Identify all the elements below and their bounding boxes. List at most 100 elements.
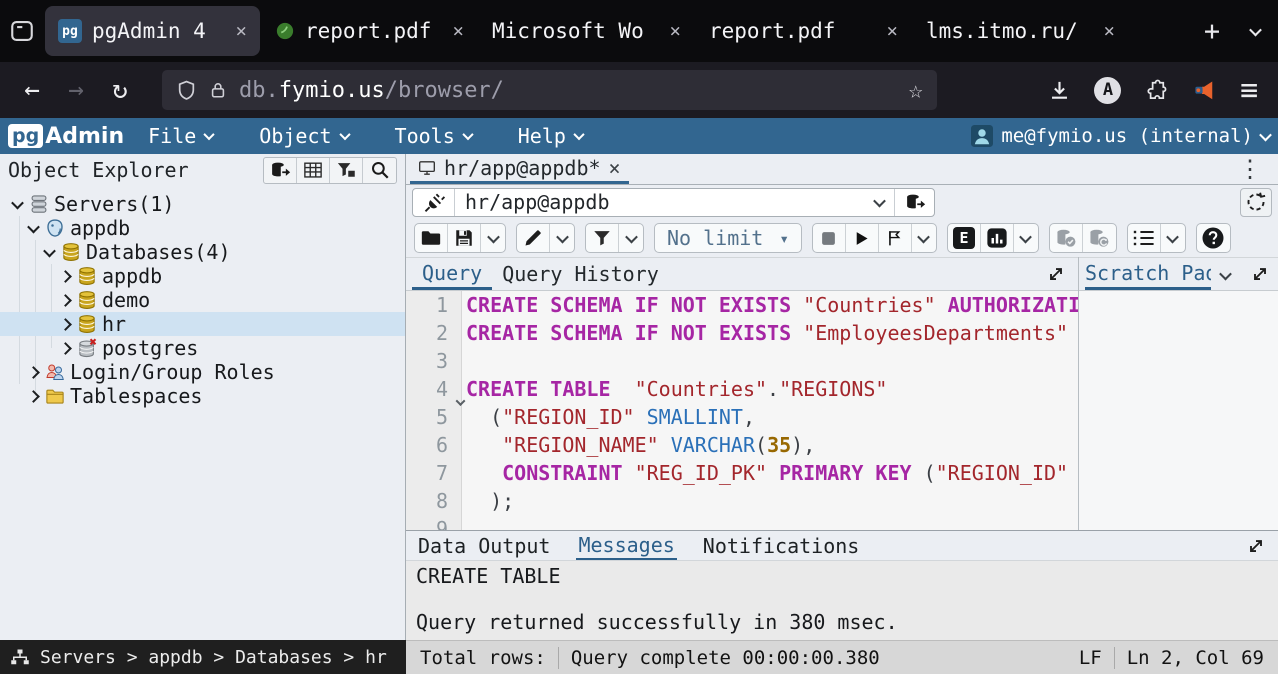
chevron-right-icon[interactable] xyxy=(26,392,40,401)
tree-item-postgres[interactable]: postgres xyxy=(0,336,405,360)
list-all-tabs-button[interactable] xyxy=(1232,27,1278,36)
menu-help[interactable]: Help xyxy=(518,124,583,148)
menu-tools[interactable]: Tools xyxy=(395,124,472,148)
firefox-view-icon[interactable] xyxy=(0,6,44,56)
monitor-icon xyxy=(418,160,436,176)
kebab-menu-icon[interactable]: ⋮ xyxy=(1222,154,1278,184)
commit-button[interactable] xyxy=(1050,224,1083,252)
code-text: ); xyxy=(452,487,1078,515)
chevron-right-icon[interactable] xyxy=(26,368,40,377)
chevron-right-icon[interactable] xyxy=(58,344,72,353)
new-tab-button[interactable]: + xyxy=(1192,16,1232,47)
menu-file[interactable]: File xyxy=(148,124,213,148)
execute-button[interactable] xyxy=(846,224,879,252)
chevron-right-icon[interactable] xyxy=(58,320,72,329)
tree-item-label: Login/Group Roles xyxy=(70,360,275,384)
save-options-button[interactable] xyxy=(481,224,505,252)
scratch-pad-tab[interactable]: Scratch Pad xyxy=(1085,258,1211,290)
tree-item-tablespaces[interactable]: Tablespaces xyxy=(0,384,405,408)
execute-to-cursor-button[interactable] xyxy=(879,224,912,252)
filter-options-button[interactable] xyxy=(619,224,643,252)
close-icon[interactable]: × xyxy=(236,20,247,42)
edit-options-button[interactable] xyxy=(550,224,574,252)
code-line: 4CREATE TABLE "Countries"."REGIONS" xyxy=(406,375,1078,403)
tree-item-hr[interactable]: hr xyxy=(0,312,405,336)
open-file-button[interactable] xyxy=(415,224,448,252)
query-complete-status: Query complete 00:00:00.380 xyxy=(571,647,880,669)
menu-object[interactable]: Object xyxy=(259,124,348,148)
sql-editor[interactable]: 1CREATE SCHEMA IF NOT EXISTS "Countries"… xyxy=(406,291,1078,530)
browser-tab-microsoft-wo[interactable]: Microsoft Wo× xyxy=(479,6,694,56)
menu-hamburger-icon[interactable]: ≡ xyxy=(1232,73,1266,108)
save-icon xyxy=(454,228,474,248)
back-button[interactable]: ← xyxy=(12,70,52,110)
explain-options-button[interactable] xyxy=(1014,224,1038,252)
browser-tab-pgadmin-4[interactable]: pgpgAdmin 4× xyxy=(45,6,260,56)
tree-item-servers-1[interactable]: Servers(1) xyxy=(0,192,405,216)
expand-icon[interactable] xyxy=(1250,264,1270,284)
tree-item-databases-4[interactable]: Databases(4) xyxy=(0,240,405,264)
shield-icon[interactable] xyxy=(176,80,197,101)
explain-analyze-button[interactable] xyxy=(981,224,1014,252)
chevron-down-icon[interactable] xyxy=(26,224,40,233)
editor-tab-query-history[interactable]: Query History xyxy=(492,258,669,290)
macros-button[interactable] xyxy=(1128,224,1161,252)
chevron-down-icon[interactable] xyxy=(42,248,56,257)
filtered-rows-button[interactable] xyxy=(330,158,363,183)
expand-icon[interactable] xyxy=(1046,258,1078,290)
chevron-down-icon[interactable] xyxy=(1221,265,1230,284)
url-bar[interactable]: db.fymio.us/browser/ ☆ xyxy=(162,70,937,110)
tree-item-appdb[interactable]: appdb xyxy=(0,264,405,288)
output-tab-messages[interactable]: Messages xyxy=(576,531,676,560)
user-menu[interactable]: me@fymio.us (internal) xyxy=(971,125,1270,147)
scratch-pad-body[interactable] xyxy=(1079,291,1278,530)
query-tool-tab[interactable]: hr/app@appdb* × xyxy=(410,154,629,184)
rollback-button[interactable] xyxy=(1083,224,1116,252)
adblock-extension-icon[interactable] xyxy=(1184,70,1224,110)
chevron-right-icon[interactable] xyxy=(58,272,72,281)
downloads-icon[interactable] xyxy=(1040,70,1080,110)
bookmark-star-icon[interactable]: ☆ xyxy=(909,76,923,104)
expand-icon[interactable] xyxy=(1246,531,1278,560)
execute-options-button[interactable] xyxy=(912,224,936,252)
browser-tab-report-pdf[interactable]: report.pdf× xyxy=(262,6,477,56)
new-connection-button[interactable] xyxy=(894,189,934,216)
view-data-grid-button[interactable] xyxy=(297,158,330,183)
cancel-query-button[interactable] xyxy=(813,224,846,252)
output-tab-notifications[interactable]: Notifications xyxy=(701,531,862,560)
connection-select[interactable]: hr/app@appdb xyxy=(412,188,935,217)
connect-database-button[interactable] xyxy=(264,158,297,183)
chevron-right-icon[interactable] xyxy=(58,296,72,305)
close-icon[interactable]: × xyxy=(1104,20,1115,42)
macros-options-button[interactable] xyxy=(1161,224,1185,252)
tree-item-login-group-roles[interactable]: Login/Group Roles xyxy=(0,360,405,384)
close-icon[interactable]: × xyxy=(670,20,681,42)
search-icon[interactable] xyxy=(363,158,396,183)
editor-tab-query[interactable]: Query xyxy=(412,258,492,290)
close-icon[interactable]: × xyxy=(887,20,898,42)
tree-item-demo[interactable]: demo xyxy=(0,288,405,312)
close-icon[interactable]: × xyxy=(609,156,621,180)
save-button[interactable] xyxy=(448,224,481,252)
macro-refresh-button[interactable] xyxy=(1240,188,1272,217)
row-limit-select[interactable]: No limit▾ xyxy=(655,224,801,252)
dark-reader-extension-icon[interactable]: A xyxy=(1088,70,1128,110)
tree-item-label: Tablespaces xyxy=(70,384,202,408)
help-button[interactable] xyxy=(1197,224,1230,252)
reload-button[interactable]: ↻ xyxy=(100,70,140,110)
chevron-down-icon[interactable] xyxy=(864,189,894,216)
forward-button[interactable]: → xyxy=(56,70,96,110)
filter-button[interactable] xyxy=(586,224,619,252)
output-tab-data-output[interactable]: Data Output xyxy=(416,531,552,560)
extensions-puzzle-icon[interactable] xyxy=(1136,70,1176,110)
close-icon[interactable]: × xyxy=(453,20,464,42)
code-line: 7 CONSTRAINT "REG_ID_PK" PRIMARY KEY ("R… xyxy=(406,459,1078,487)
tree-item-appdb[interactable]: appdb xyxy=(0,216,405,240)
explain-button[interactable]: E xyxy=(948,224,981,252)
edit-button[interactable] xyxy=(517,224,550,252)
lock-icon[interactable] xyxy=(209,80,227,100)
browser-tab-report-pdf[interactable]: report.pdf× xyxy=(696,6,911,56)
chevron-down-icon[interactable] xyxy=(10,200,24,209)
browser-tab-lms-itmo-ru[interactable]: lms.itmo.ru/× xyxy=(913,6,1128,56)
object-explorer-header: Object Explorer xyxy=(0,154,405,186)
